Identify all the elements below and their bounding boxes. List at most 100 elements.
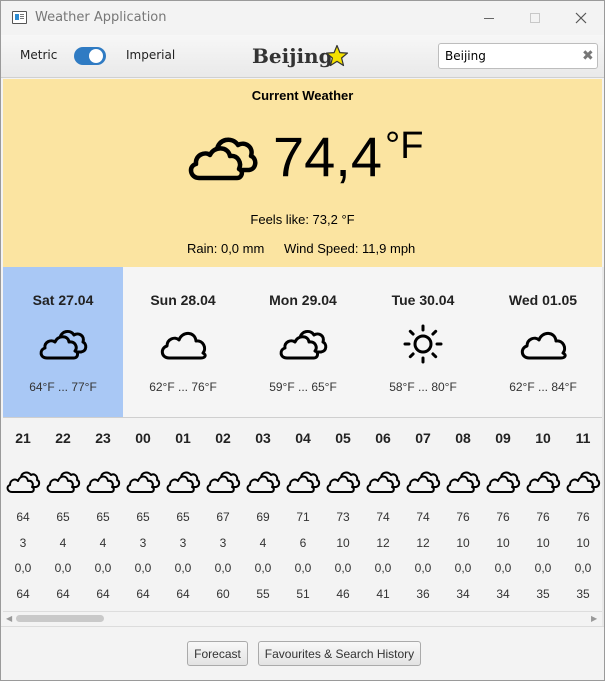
hour-temperature: 73	[336, 510, 350, 524]
hour-column: 06 74 12 0,0 41	[363, 419, 403, 609]
search-input[interactable]	[445, 47, 575, 65]
scroll-right-icon[interactable]: ▶	[591, 614, 597, 623]
day-temp-range: 62°F ... 76°F	[149, 380, 217, 394]
hour-column: 22 65 4 0,0 64	[43, 419, 83, 609]
toggle-knob	[89, 49, 103, 63]
hour-humidity: 55	[256, 587, 270, 601]
star-icon[interactable]	[325, 44, 349, 68]
cloud-icon	[406, 471, 441, 493]
hour-wind: 4	[99, 536, 107, 550]
temperature-unit: °F	[385, 125, 424, 167]
hour-wind: 10	[496, 536, 510, 550]
clouds-icon	[39, 329, 88, 360]
hour-rain: 0,0	[374, 561, 392, 575]
maximize-button[interactable]	[512, 1, 558, 35]
current-weather-panel: Current Weather 74,4 °F Feels like: 73,2…	[3, 79, 602, 267]
wind-speed: Wind Speed: 11,9 mph	[284, 241, 416, 256]
hour-humidity: 35	[576, 587, 590, 601]
cloud-icon	[520, 331, 567, 360]
day-card[interactable]: Mon 29.04 59°F ... 65°F	[243, 267, 363, 417]
day-name: Sat 27.04	[32, 292, 94, 308]
day-temp-range: 62°F ... 84°F	[509, 380, 577, 394]
hour-wind: 10	[536, 536, 550, 550]
day-card[interactable]: Tue 30.04 58°F ... 80°F	[363, 267, 483, 417]
hour-rain: 0,0	[134, 561, 152, 575]
city-title: Beijing	[252, 44, 333, 68]
hour-column: 21 64 3 0,0 64	[3, 419, 43, 609]
forecast-button[interactable]: Forecast	[187, 641, 248, 666]
toolbar: Metric Imperial Beijing ✖	[1, 35, 604, 78]
clear-icon[interactable]: ✖	[582, 48, 594, 64]
day-name: Mon 29.04	[269, 292, 337, 308]
bottom-bar: Forecast Favourites & Search History	[1, 626, 604, 680]
hour-column: 05 73 10 0,0 46	[323, 419, 363, 609]
hour-label: 11	[575, 430, 591, 446]
minimize-button[interactable]	[466, 1, 512, 35]
hour-column: 04 71 6 0,0 51	[283, 419, 323, 609]
hour-wind: 4	[59, 536, 67, 550]
hour-label: 06	[375, 430, 391, 446]
cloud-icon	[246, 471, 281, 493]
hour-label: 03	[255, 430, 271, 446]
cloud-icon	[160, 331, 207, 360]
hour-wind: 12	[376, 536, 390, 550]
hour-column: 08 76 10 0,0 34	[443, 419, 483, 609]
hour-rain: 0,0	[334, 561, 352, 575]
day-temp-range: 58°F ... 80°F	[389, 380, 457, 394]
hour-temperature: 65	[176, 510, 190, 524]
hour-label: 05	[335, 430, 351, 446]
hour-label: 07	[415, 430, 431, 446]
hour-humidity: 64	[56, 587, 70, 601]
day-card[interactable]: Sat 27.04 64°F ... 77°F	[3, 267, 123, 417]
hour-rain: 0,0	[494, 561, 512, 575]
hour-column: 00 65 3 0,0 64	[123, 419, 163, 609]
hour-humidity: 35	[536, 587, 550, 601]
hour-wind: 10	[456, 536, 470, 550]
hour-humidity: 64	[176, 587, 190, 601]
rain-amount: Rain: 0,0 mm	[187, 241, 265, 256]
hour-humidity: 41	[376, 587, 390, 601]
hour-temperature: 64	[16, 510, 30, 524]
hour-rain: 0,0	[574, 561, 592, 575]
hour-temperature: 76	[456, 510, 470, 524]
hour-temperature: 74	[376, 510, 390, 524]
hour-label: 00	[135, 430, 151, 446]
scrollbar-thumb[interactable]	[16, 615, 104, 622]
favourites-history-button[interactable]: Favourites & Search History	[258, 641, 421, 666]
sun-icon	[403, 324, 443, 364]
hour-rain: 0,0	[454, 561, 472, 575]
hour-column: 09 76 10 0,0 34	[483, 419, 523, 609]
app-icon	[12, 11, 27, 24]
hour-humidity: 64	[96, 587, 110, 601]
cloud-icon	[446, 471, 481, 493]
day-card[interactable]: Wed 01.05 62°F ... 84°F	[483, 267, 602, 417]
hour-humidity: 46	[336, 587, 350, 601]
hour-wind: 10	[576, 536, 590, 550]
day-temp-range: 64°F ... 77°F	[29, 380, 97, 394]
scroll-left-icon[interactable]: ◀	[6, 614, 12, 623]
hour-column: 11 76 10 0,0 35	[563, 419, 602, 609]
hour-humidity: 64	[136, 587, 150, 601]
day-card[interactable]: Sun 28.04 62°F ... 76°F	[123, 267, 243, 417]
day-name: Wed 01.05	[508, 292, 578, 308]
horizontal-scrollbar[interactable]: ◀ ▶	[3, 611, 602, 625]
unit-toggle[interactable]	[74, 47, 106, 65]
cloud-icon	[6, 471, 41, 493]
window-title: Weather Application	[35, 10, 167, 25]
search-box: ✖	[438, 43, 598, 69]
close-button[interactable]	[558, 1, 604, 35]
hour-rain: 0,0	[534, 561, 552, 575]
cloud-icon	[206, 471, 241, 493]
hour-temperature: 76	[536, 510, 550, 524]
hour-wind: 3	[179, 536, 187, 550]
cloud-icon	[326, 471, 361, 493]
cloud-icon	[366, 471, 401, 493]
hour-label: 09	[495, 430, 511, 446]
cloud-icon	[286, 471, 321, 493]
cloud-icon	[126, 471, 161, 493]
current-temperature: 74,4	[273, 125, 382, 188]
cloud-icon	[86, 471, 121, 493]
hour-column: 07 74 12 0,0 36	[403, 419, 443, 609]
hour-label: 22	[55, 430, 71, 446]
hour-rain: 0,0	[414, 561, 432, 575]
